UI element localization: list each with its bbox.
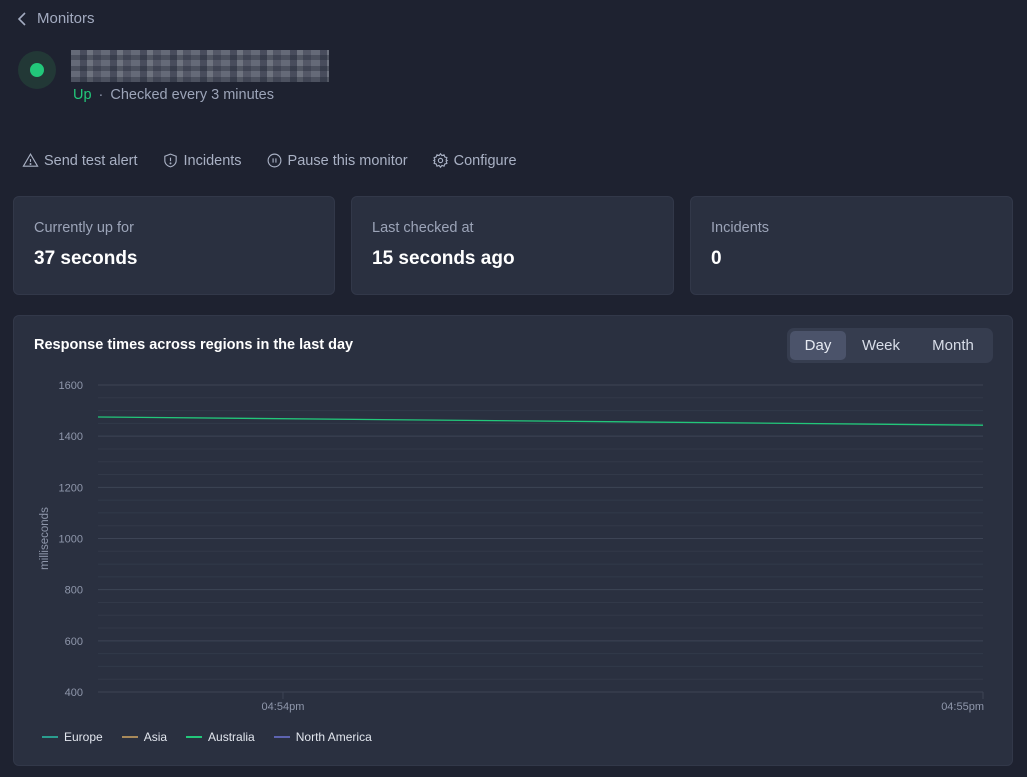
x-tick-label: 04:54pm xyxy=(262,701,305,713)
pause-monitor-label: Pause this monitor xyxy=(287,152,408,169)
pause-monitor-button[interactable]: Pause this monitor xyxy=(266,152,408,169)
configure-label: Configure xyxy=(453,152,517,169)
legend-swatch xyxy=(42,736,58,738)
status-dot-icon xyxy=(30,63,44,77)
action-bar: Send test alert Incidents Pause this mon… xyxy=(22,152,517,169)
legend-swatch xyxy=(273,736,290,738)
legend-item-europe[interactable]: Europe xyxy=(42,730,103,744)
stat-card-incidents: Incidents 0 xyxy=(690,196,1013,295)
monitor-subline: Up · Checked every 3 minutes xyxy=(73,87,274,103)
legend-label: Asia xyxy=(143,730,168,744)
stat-value: 15 seconds ago xyxy=(372,248,515,269)
incidents-label: Incidents xyxy=(183,152,242,169)
legend-swatch xyxy=(186,736,203,738)
response-time-chart-card: Response times across regions in the las… xyxy=(13,315,1013,766)
legend-item-australia[interactable]: Australia xyxy=(186,730,255,744)
back-to-monitors-link[interactable]: Monitors xyxy=(17,10,95,27)
separator: · xyxy=(98,87,104,103)
legend-item-north-america[interactable]: North America xyxy=(273,730,372,744)
pause-circle-icon xyxy=(267,153,281,168)
legend-item-asia[interactable]: Asia xyxy=(121,730,168,744)
status-indicator xyxy=(18,51,56,89)
y-tick-label: 1200 xyxy=(59,482,83,494)
y-axis-label: milliseconds xyxy=(39,507,51,570)
send-test-alert-button[interactable]: Send test alert xyxy=(22,152,138,169)
stat-value: 37 seconds xyxy=(34,248,138,269)
y-tick-label: 1000 xyxy=(59,534,83,546)
stat-value: 0 xyxy=(711,248,722,269)
stat-label: Incidents xyxy=(711,220,770,236)
y-tick-label: 1600 xyxy=(59,380,83,392)
x-tick-label: 04:55pm xyxy=(941,701,984,713)
legend-swatch xyxy=(121,736,138,738)
chevron-left-icon xyxy=(17,11,26,26)
response-time-chart: 400 600 800 1000 1200 1400 1600 milliseconds 04:… xyxy=(39,380,984,713)
stat-label: Currently up for xyxy=(34,220,134,236)
legend-label: North America xyxy=(295,730,372,744)
incidents-button[interactable]: Incidents xyxy=(162,152,242,169)
y-tick-label: 1400 xyxy=(59,431,83,443)
back-label: Monitors xyxy=(37,10,95,27)
stat-card-last-checked: Last checked at 15 seconds ago xyxy=(351,196,674,295)
warning-triangle-icon xyxy=(22,153,39,167)
status-text: Up xyxy=(73,87,92,103)
configure-button[interactable]: Configure xyxy=(432,152,517,169)
y-tick-label: 400 xyxy=(65,687,83,699)
send-test-alert-label: Send test alert xyxy=(44,152,138,169)
series-line-australia xyxy=(97,416,984,426)
monitor-name-redacted xyxy=(71,50,329,82)
stat-card-uptime: Currently up for 37 seconds xyxy=(13,196,335,295)
legend-label: Australia xyxy=(208,730,255,744)
y-tick-label: 800 xyxy=(65,585,83,597)
check-frequency: Checked every 3 minutes xyxy=(110,87,274,103)
shield-alert-icon xyxy=(163,153,177,168)
legend-label: Europe xyxy=(64,730,103,744)
stat-label: Last checked at xyxy=(372,220,474,236)
y-tick-label: 600 xyxy=(65,636,83,648)
chart-legend: Europe Asia Australia North America xyxy=(42,730,372,744)
gear-icon xyxy=(432,152,448,169)
